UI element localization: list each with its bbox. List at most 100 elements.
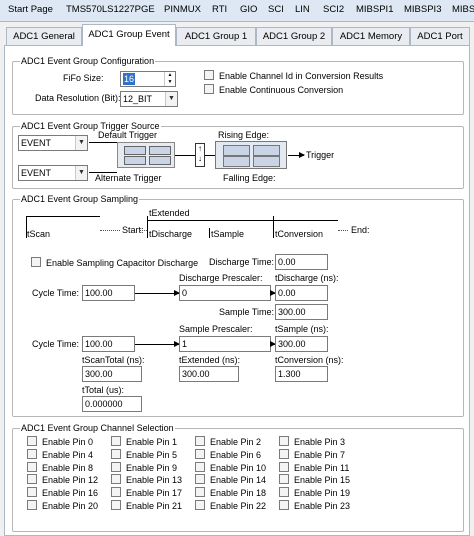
default-trigger-dropdown[interactable]: EVENT ▼ [18,135,88,151]
checkbox-box[interactable] [195,474,205,485]
discharge-prescaler-field[interactable]: 0 [179,285,271,301]
enable-pin-checkbox[interactable]: Enable Pin 16 [27,487,98,498]
checkbox-box[interactable] [195,487,205,498]
tab-adc1-group-1[interactable]: ADC1 Group 1 [176,27,256,45]
discharge-time-field[interactable]: 0.00 [275,254,328,270]
sample-prescaler-field[interactable]: 1 [179,336,271,352]
checkbox-box[interactable] [195,436,205,446]
tsample-ns-field[interactable]: 300.00 [275,336,328,352]
enable-pin-checkbox[interactable]: Enable Pin 7 [279,448,345,460]
tab-lin[interactable]: LIN [295,4,310,15]
enable-pin-checkbox[interactable]: Enable Pin 23 [279,500,350,511]
checkbox-box[interactable] [31,257,41,267]
tab-start-page[interactable]: Start Page [8,4,53,15]
checkbox-box[interactable] [27,436,37,446]
checkbox-box[interactable] [111,487,121,498]
checkbox-box[interactable] [195,461,205,472]
checkbox-box[interactable] [195,448,205,459]
enable-pin-checkbox[interactable]: Enable Pin 11 [279,461,349,473]
enable-pin-checkbox[interactable]: Enable Pin 14 [195,474,266,485]
tab-rti[interactable]: RTI [212,4,227,15]
enable-pin-checkbox[interactable]: Enable Pin 15 [279,474,350,485]
tab-sci2[interactable]: SCI2 [323,4,344,15]
tab-sci[interactable]: SCI [268,4,284,15]
checkbox-box[interactable] [27,487,37,498]
enable-channel-id-checkbox[interactable]: Enable Channel Id in Conversion Results [204,70,383,81]
rising-edge-box[interactable] [253,145,280,156]
checkbox-box[interactable] [111,461,121,472]
enable-pin-checkbox[interactable]: Enable Pin 22 [195,500,266,511]
textended-ns-field[interactable]: 300.00 [179,366,239,382]
spin-down-icon[interactable]: ▼ [164,79,175,86]
enable-pin-checkbox[interactable]: Enable Pin 17 [111,487,182,498]
resolution-dropdown[interactable]: 12_BIT ▼ [120,91,178,107]
enable-pin-checkbox[interactable]: Enable Pin 13 [111,474,182,485]
enable-pin-checkbox[interactable]: Enable Pin 21 [111,500,182,511]
cycle-time-field-2[interactable]: 100.00 [82,336,135,352]
falling-edge-box[interactable] [253,156,280,167]
tab-adc1-memory[interactable]: ADC1 Memory [332,27,410,45]
tab-adc1-group-2[interactable]: ADC1 Group 2 [256,27,332,45]
enable-pin-checkbox[interactable]: Enable Pin 8 [27,461,93,473]
enable-pin-checkbox[interactable]: Enable Pin 1 [111,436,177,447]
fifo-size-spinner[interactable]: 16 ▲ ▼ [120,71,176,87]
enable-pin-checkbox[interactable]: Enable Pin 6 [195,448,261,460]
chevron-down-icon[interactable]: ▼ [75,136,87,150]
tab-gio[interactable]: GIO [240,4,257,15]
alternate-trigger-dropdown[interactable]: EVENT ▼ [18,165,88,181]
enable-sampling-cap-checkbox[interactable]: Enable Sampling Capacitor Discharge [31,257,198,268]
checkbox-box[interactable] [279,461,289,472]
checkbox-box[interactable] [279,474,289,485]
checkbox-box[interactable] [204,84,214,94]
enable-pin-checkbox[interactable]: Enable Pin 5 [111,448,177,460]
tab-mibspi1[interactable]: MIBSPI1 [356,4,394,15]
checkbox-box[interactable] [111,474,121,485]
checkbox-box[interactable] [279,436,289,446]
tab-adc1-general[interactable]: ADC1 General [6,27,82,45]
falling-edge-box[interactable] [223,156,250,167]
checkbox-box[interactable] [111,448,121,459]
checkbox-box[interactable] [111,436,121,446]
tab-pinmux[interactable]: PINMUX [164,4,201,15]
checkbox-box[interactable] [27,448,37,459]
trigger-line [89,172,117,173]
chevron-down-icon[interactable]: ▼ [165,92,177,106]
enable-pin-checkbox[interactable]: Enable Pin 2 [195,436,261,447]
spin-up-icon[interactable]: ▲ [164,72,175,79]
enable-pin-checkbox[interactable]: Enable Pin 12 [27,474,98,485]
checkbox-box[interactable] [195,500,205,510]
enable-pin-checkbox[interactable]: Enable Pin 19 [279,487,350,498]
enable-pin-checkbox[interactable]: Enable Pin 0 [27,436,93,447]
tab-mibspi3[interactable]: MIBSPI3 [404,4,442,15]
cycle-time-field-1[interactable]: 100.00 [82,285,135,301]
checkbox-box[interactable] [27,461,37,472]
tab-adc1-group-event[interactable]: ADC1 Group Event [82,24,176,46]
enable-pin-label: Enable Pin 9 [126,462,178,473]
tdischarge-ns-field[interactable]: 0.00 [275,285,328,301]
checkbox-box[interactable] [279,448,289,459]
enable-pin-checkbox[interactable]: Enable Pin 20 [27,500,98,511]
enable-pin-checkbox[interactable]: Enable Pin 4 [27,448,93,460]
enable-pin-checkbox[interactable]: Enable Pin 9 [111,461,178,473]
enable-continuous-checkbox[interactable]: Enable Continuous Conversion [204,84,343,95]
tab-device[interactable]: TMS570LS1227PGE [66,4,155,15]
rising-edge-box[interactable] [223,145,250,156]
enable-pin-checkbox[interactable]: Enable Pin 10 [195,461,266,473]
tab-content-panel: ADC1 Event Group Configuration FiFo Size… [4,45,470,536]
ttotal-field[interactable]: 0.000000 [82,396,142,412]
tab-adc1-port[interactable]: ADC1 Port [410,27,470,45]
sample-time-field[interactable]: 300.00 [275,304,328,320]
checkbox-box[interactable] [279,487,289,498]
checkbox-box[interactable] [279,500,289,510]
checkbox-box[interactable] [204,70,214,80]
chevron-down-icon[interactable]: ▼ [75,166,87,180]
tconversion-ns-field[interactable]: 1.300 [275,366,328,382]
tab-mibspi5[interactable]: MIBSPI5 [452,4,474,15]
checkbox-box[interactable] [111,500,121,510]
tscantotal-field[interactable]: 300.00 [82,366,142,382]
trigger-mux-icon [117,142,175,168]
checkbox-box[interactable] [27,474,37,485]
enable-pin-checkbox[interactable]: Enable Pin 18 [195,487,266,498]
enable-pin-checkbox[interactable]: Enable Pin 3 [279,436,345,447]
checkbox-box[interactable] [27,500,37,510]
